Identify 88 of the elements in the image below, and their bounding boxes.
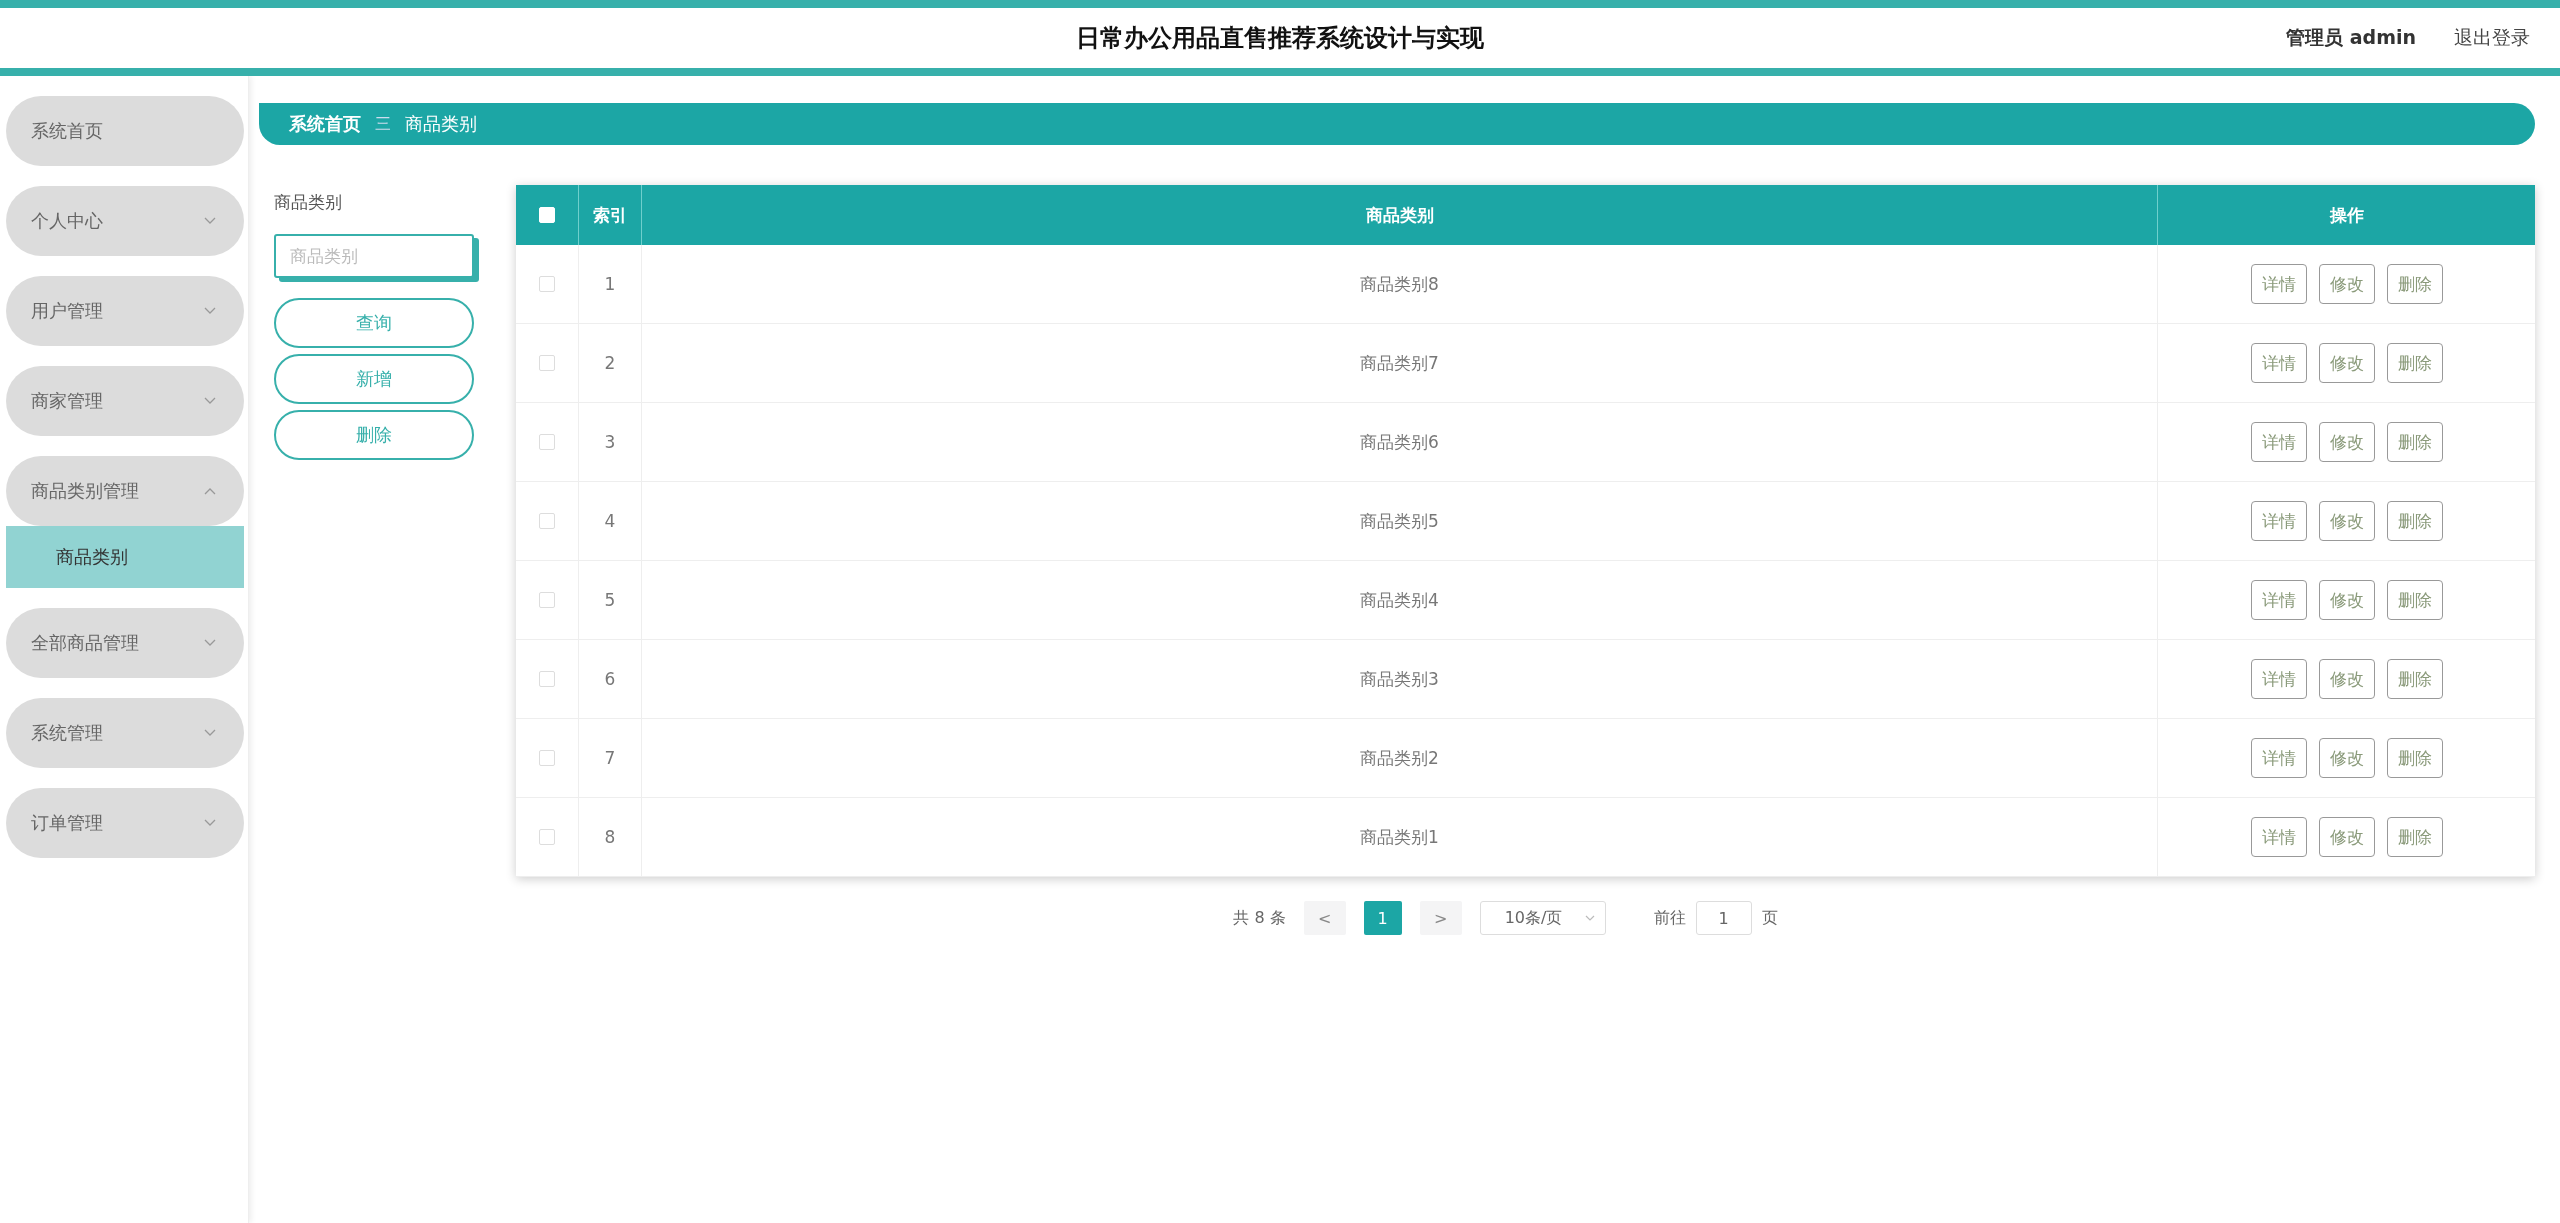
row-action-button[interactable]: 修改 xyxy=(2318,264,2375,304)
table-cell: 3 xyxy=(579,403,642,481)
row-action-button[interactable]: 删除 xyxy=(2386,738,2443,778)
table-cell: 商品类别6 xyxy=(642,403,2158,481)
chevron-icon xyxy=(204,639,216,647)
chevron-icon xyxy=(204,307,216,315)
row-action-button[interactable]: 删除 xyxy=(2386,501,2443,541)
goto-label: 前往 xyxy=(1653,907,1686,929)
sidebar-item[interactable]: 用户管理 xyxy=(6,276,244,346)
row-action-button[interactable]: 修改 xyxy=(2318,817,2375,857)
chevron-icon xyxy=(204,397,216,405)
breadcrumb-link[interactable]: 系统首页 xyxy=(289,112,361,136)
next-page-button[interactable]: > xyxy=(1419,901,1462,935)
table-cell: 商品类别8 xyxy=(642,245,2158,323)
table-cell: 商品类别1 xyxy=(642,798,2158,876)
table-cell: 2 xyxy=(579,324,642,402)
column-header: 索引 xyxy=(579,185,642,245)
table-cell: 7 xyxy=(579,719,642,797)
chevron-icon xyxy=(1584,915,1595,921)
row-checkbox[interactable] xyxy=(539,750,555,766)
table-cell: 4 xyxy=(579,482,642,560)
page-number-button[interactable]: 1 xyxy=(1363,901,1402,935)
row-action-button[interactable]: 详情 xyxy=(2250,343,2307,383)
table-cell: 商品类别4 xyxy=(642,561,2158,639)
row-action-button[interactable]: 删除 xyxy=(2386,659,2443,699)
row-action-button[interactable]: 删除 xyxy=(2386,343,2443,383)
row-action-button[interactable]: 删除 xyxy=(2386,422,2443,462)
row-action-button[interactable]: 详情 xyxy=(2250,580,2307,620)
row-action-button[interactable]: 详情 xyxy=(2250,659,2307,699)
select-all-checkbox[interactable] xyxy=(539,207,555,223)
row-action-button[interactable]: 详情 xyxy=(2250,422,2307,462)
chevron-icon xyxy=(204,729,216,737)
chevron-icon xyxy=(204,819,216,827)
row-checkbox[interactable] xyxy=(539,592,555,608)
previous-page-button[interactable]: < xyxy=(1303,901,1346,935)
total-count: 共 8 条 xyxy=(1233,907,1286,929)
row-action-button[interactable]: 详情 xyxy=(2250,501,2307,541)
chevron-icon xyxy=(204,217,216,225)
column-header: 操作 xyxy=(2328,203,2365,227)
sidebar-item[interactable]: 订单管理 xyxy=(6,788,244,858)
table-cell: 6 xyxy=(579,640,642,718)
row-action-button[interactable]: 详情 xyxy=(2250,817,2307,857)
table-cell: 商品类别5 xyxy=(642,482,2158,560)
action-button[interactable]: 新增 xyxy=(274,354,474,404)
chevron-icon xyxy=(204,487,216,495)
sidebar-item[interactable]: 商品类别管理 xyxy=(6,456,244,526)
row-checkbox[interactable] xyxy=(539,513,555,529)
table-cell: 商品类别2 xyxy=(642,719,2158,797)
breadcrumb-separator: 三 xyxy=(375,113,391,135)
sidebar-item[interactable]: 系统首页 xyxy=(6,96,244,166)
table-cell: 8 xyxy=(579,798,642,876)
table-cell: 5 xyxy=(579,561,642,639)
row-checkbox[interactable] xyxy=(539,829,555,845)
sidebar-item[interactable]: 全部商品管理 xyxy=(6,608,244,678)
row-action-button[interactable]: 修改 xyxy=(2318,738,2375,778)
submenu-item[interactable]: 商品类别 xyxy=(6,526,244,588)
sidebar-item[interactable]: 商家管理 xyxy=(6,366,244,436)
logout-link[interactable]: 退出登录 xyxy=(2454,25,2530,51)
table-cell: 商品类别3 xyxy=(642,640,2158,718)
row-action-button[interactable]: 详情 xyxy=(2250,738,2307,778)
column-header: 商品类别 xyxy=(642,185,2158,245)
page-input[interactable]: 1 xyxy=(1695,901,1752,935)
row-action-button[interactable]: 修改 xyxy=(2318,422,2375,462)
row-checkbox[interactable] xyxy=(539,671,555,687)
row-action-button[interactable]: 详情 xyxy=(2250,264,2307,304)
sidebar-item[interactable]: 个人中心 xyxy=(6,186,244,256)
search-field[interactable]: 商品类别 xyxy=(274,234,474,278)
system-title: 日常办公用品直售推荐系统设计与实现 xyxy=(1076,23,1484,54)
user-label: 管理员 admin xyxy=(2286,25,2416,50)
row-checkbox[interactable] xyxy=(539,355,555,371)
sidebar-item[interactable]: 系统管理 xyxy=(6,698,244,768)
row-action-button[interactable]: 修改 xyxy=(2318,501,2375,541)
row-action-button[interactable]: 删除 xyxy=(2386,817,2443,857)
row-action-button[interactable]: 删除 xyxy=(2386,580,2443,620)
page-suffix: 页 xyxy=(1761,907,1778,929)
row-action-button[interactable]: 修改 xyxy=(2318,580,2375,620)
action-button[interactable]: 查询 xyxy=(274,298,474,348)
breadcrumb-link[interactable]: 商品类别 xyxy=(405,112,477,136)
row-action-button[interactable]: 修改 xyxy=(2318,343,2375,383)
row-action-button[interactable]: 删除 xyxy=(2386,264,2443,304)
row-action-button[interactable]: 修改 xyxy=(2318,659,2375,699)
row-checkbox[interactable] xyxy=(539,434,555,450)
action-button[interactable]: 删除 xyxy=(274,410,474,460)
row-checkbox[interactable] xyxy=(539,276,555,292)
page-size-dropdown[interactable]: 10条/页 xyxy=(1479,901,1606,935)
table-cell: 商品类别7 xyxy=(642,324,2158,402)
table-cell: 1 xyxy=(579,245,642,323)
field-label: 商品类别 xyxy=(274,191,343,214)
